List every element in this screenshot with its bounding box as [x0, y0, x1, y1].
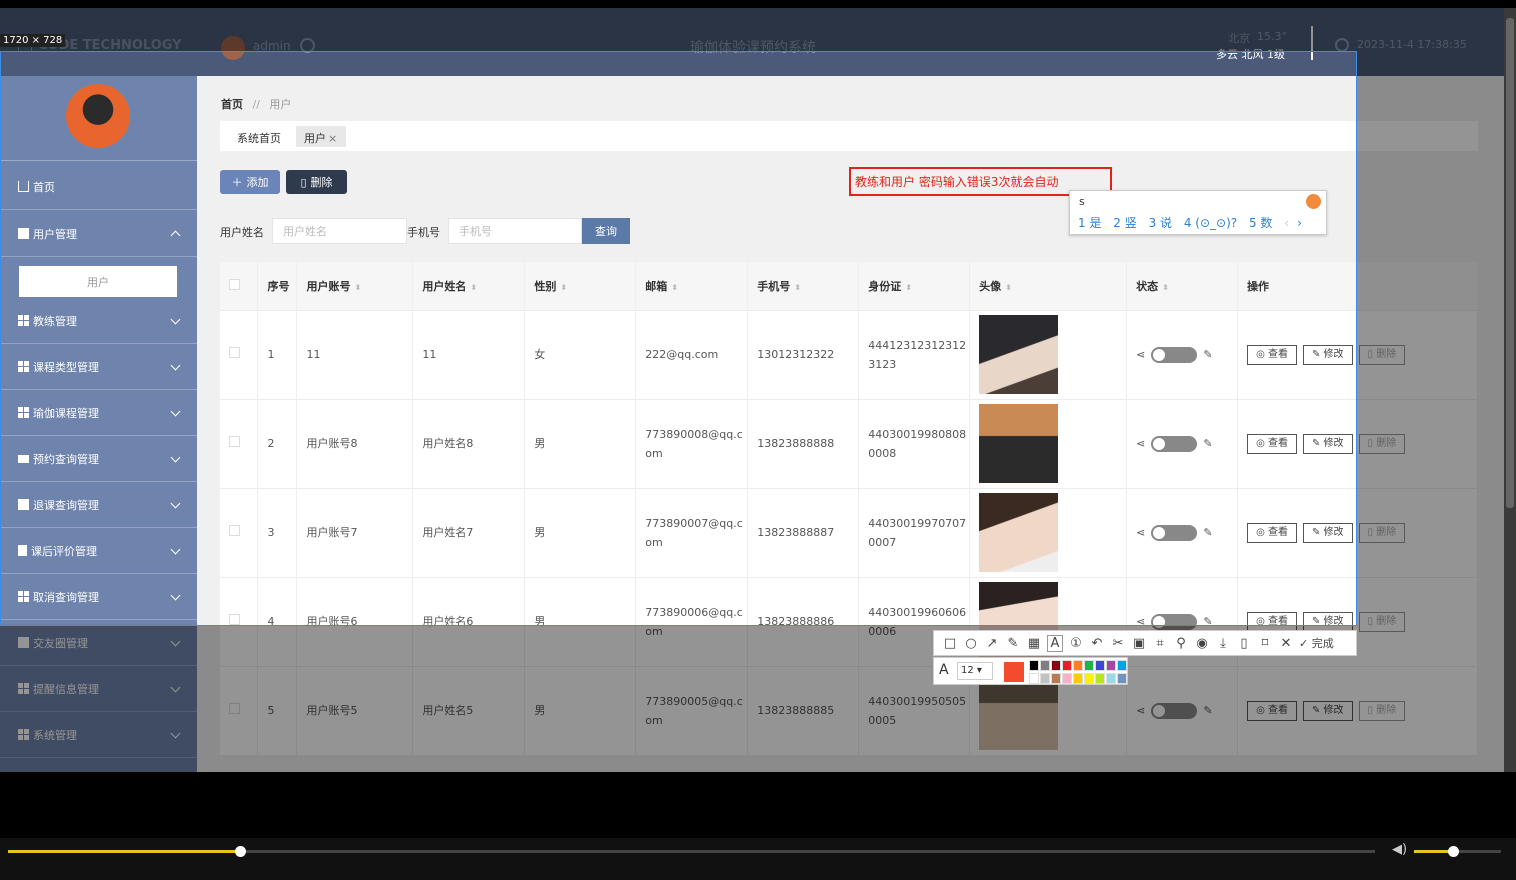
- color-swatch[interactable]: [1040, 660, 1050, 671]
- phone-icon[interactable]: ▯: [1236, 636, 1252, 651]
- pin-icon[interactable]: ⚲: [1173, 636, 1189, 651]
- volume-handle[interactable]: [1448, 846, 1459, 857]
- cancel-icon[interactable]: ✕: [1278, 636, 1294, 651]
- color-swatch[interactable]: [1040, 672, 1050, 684]
- screenshot-toolbar: □ ○ ↗ ✎ ▦ A ① ↶ ✂ ▣ ⌗ ⚲ ◉ ⤓ ▯ ⌑ ✕ ✓ 完成: [933, 630, 1357, 656]
- video-player-bar: ◀): [0, 838, 1516, 880]
- undo-icon[interactable]: ↶: [1089, 636, 1105, 651]
- ime-candidate[interactable]: 3 说: [1149, 216, 1172, 230]
- selection-size-label: 1720 × 728: [0, 34, 66, 47]
- check-icon: ✓: [1299, 637, 1312, 650]
- text-style-bar: A 12 ▾: [933, 657, 1128, 685]
- ocr-icon[interactable]: ▣: [1131, 636, 1147, 651]
- pen-icon[interactable]: ✎: [1005, 636, 1021, 651]
- font-icon: A: [939, 662, 949, 678]
- rectangle-icon[interactable]: □: [942, 636, 958, 651]
- volume-icon[interactable]: ◀): [1392, 842, 1407, 857]
- ime-candidate[interactable]: 4 (⊙_⊙)?: [1184, 216, 1237, 230]
- color-swatch[interactable]: [1084, 672, 1094, 684]
- color-swatch[interactable]: [1084, 660, 1094, 671]
- bookmark-icon[interactable]: ⌑: [1257, 636, 1273, 651]
- font-size-select[interactable]: 12 ▾: [957, 662, 993, 680]
- color-swatch[interactable]: [1062, 660, 1072, 671]
- arrow-icon[interactable]: ↗: [984, 636, 1000, 651]
- progress-played[interactable]: [8, 850, 240, 853]
- number-icon[interactable]: ①: [1068, 636, 1084, 651]
- screenshot-selection[interactable]: [0, 51, 1357, 626]
- volume-remaining[interactable]: [1453, 850, 1501, 853]
- ime-prev-icon[interactable]: ‹: [1284, 216, 1289, 230]
- ime-logo-icon: [1306, 194, 1321, 209]
- magic-icon[interactable]: ✂: [1110, 636, 1126, 651]
- color-swatch[interactable]: [1095, 660, 1105, 671]
- long-shot-icon[interactable]: ⌗: [1152, 636, 1168, 651]
- selected-color-swatch[interactable]: [1004, 662, 1024, 682]
- ime-input-text: s: [1079, 195, 1085, 208]
- color-swatch[interactable]: [1051, 660, 1061, 671]
- mosaic-icon[interactable]: ▦: [1026, 636, 1042, 651]
- annotation-text: 教练和用户 密码输入错误3次就会自动: [855, 175, 1059, 189]
- download-icon[interactable]: ⤓: [1215, 636, 1231, 651]
- ime-candidate[interactable]: 1 是: [1078, 216, 1101, 230]
- color-palette: [1029, 660, 1127, 684]
- record-icon[interactable]: ◉: [1194, 636, 1210, 651]
- scrollbar-thumb[interactable]: [1506, 18, 1514, 508]
- text-tool-icon[interactable]: A: [1047, 634, 1063, 652]
- color-swatch[interactable]: [1029, 672, 1039, 684]
- color-swatch[interactable]: [1095, 672, 1105, 684]
- color-swatch[interactable]: [1117, 660, 1127, 671]
- ime-candidate[interactable]: 2 竖: [1113, 216, 1136, 230]
- page-scrollbar[interactable]: [1504, 8, 1516, 772]
- color-swatch[interactable]: [1106, 672, 1116, 684]
- color-swatch[interactable]: [1051, 672, 1061, 684]
- progress-remaining[interactable]: [240, 850, 1375, 853]
- color-swatch[interactable]: [1073, 660, 1083, 671]
- ime-candidate-window: s 1 是 2 竖 3 说 4 (⊙_⊙)? 5 数 ‹ ›: [1069, 190, 1327, 235]
- color-swatch[interactable]: [1117, 672, 1127, 684]
- done-button[interactable]: ✓ 完成: [1299, 635, 1334, 651]
- color-swatch[interactable]: [1029, 660, 1039, 671]
- color-swatch[interactable]: [1073, 672, 1083, 684]
- ime-candidates: 1 是 2 竖 3 说 4 (⊙_⊙)? 5 数 ‹ ›: [1078, 214, 1310, 231]
- color-swatch[interactable]: [1106, 660, 1116, 671]
- color-swatch[interactable]: [1062, 672, 1072, 684]
- progress-handle[interactable]: [235, 846, 246, 857]
- done-button-label: 完成: [1311, 637, 1334, 650]
- ime-next-icon[interactable]: ›: [1297, 216, 1302, 230]
- screenshot-dim-top: [0, 8, 1504, 51]
- font-size-value: 12: [961, 665, 974, 676]
- ellipse-icon[interactable]: ○: [963, 636, 979, 651]
- screenshot-dim-right: [1357, 51, 1504, 626]
- ime-candidate[interactable]: 5 数: [1249, 216, 1272, 230]
